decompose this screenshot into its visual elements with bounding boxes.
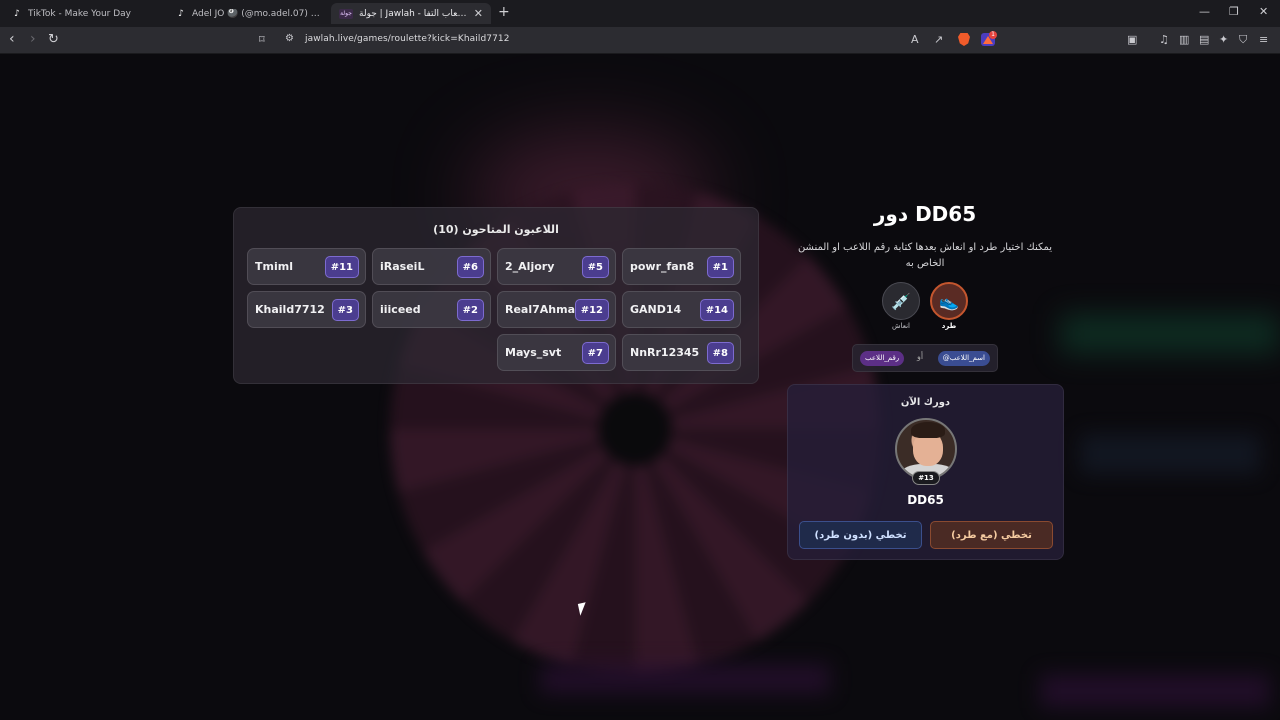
player-mention-chip: @اسم_اللاعب (937, 351, 990, 366)
player-card[interactable]: NnRr12345 #8 (622, 334, 741, 371)
player-name: 2_Aljory (505, 260, 555, 273)
minimize-icon[interactable]: — (1199, 5, 1210, 18)
background-glow (1080, 434, 1260, 474)
reload-icon[interactable]: ↻ (48, 32, 59, 47)
close-window-icon[interactable]: ✕ (1259, 5, 1268, 18)
tab-jawlah[interactable]: جولة جولة | Jawlah - منصة الألعاب التفا … (331, 3, 491, 24)
tab-title: Adel JO 🎱 (@mo.adel.07) | TikTok (192, 8, 320, 19)
player-number-badge: #12 (574, 299, 609, 321)
player-card[interactable]: Tmiml #11 (247, 248, 366, 285)
player-number-badge: #6 (456, 256, 484, 278)
player-card[interactable]: Khaild7712 #3 (247, 291, 366, 328)
wallet-icon[interactable]: ▤ (1199, 33, 1209, 46)
input-format-hint: @اسم_اللاعب أو رقم_اللاعب (852, 344, 998, 372)
background-glow (540, 664, 830, 694)
player-name: iiiceed (380, 303, 421, 316)
player-number-badge: #8 (706, 342, 734, 364)
revive-action-button[interactable]: 💉 (882, 282, 920, 320)
tab-title: TikTok - Make Your Day (28, 8, 132, 19)
background-glow (1060, 314, 1280, 354)
game-page: اللاعبون المتاحون (10) Tmiml #11 iRaseiL… (0, 54, 1280, 720)
current-turn-title: دورك الآن (900, 397, 951, 408)
bookmark-icon[interactable]: ⌑ (259, 33, 265, 46)
url-field[interactable]: jawlah.live/games/roulette?kick=Khaild77… (305, 34, 510, 44)
tiktok-icon: ♪ (14, 8, 20, 19)
revive-label: انعاش (892, 322, 910, 330)
sneaker-icon: 👟 (939, 291, 959, 311)
player-number-badge: #13 (912, 471, 940, 485)
kick-label: طرد (941, 322, 957, 330)
current-player-name: DD65 (907, 493, 944, 507)
turn-description: يمكنك اختيار طرد او انعاش بعدها كتابة رق… (797, 242, 1053, 269)
hint-or-text: أو (917, 352, 924, 361)
restore-icon[interactable]: ❐ (1229, 5, 1239, 18)
available-players-panel: اللاعبون المتاحون (10) Tmiml #11 iRaseiL… (233, 207, 759, 384)
background-glow (1040, 674, 1270, 708)
kick-action-button[interactable]: 👟 (930, 282, 968, 320)
player-number-badge: #1 (706, 256, 734, 278)
turn-title: دور DD65 (873, 202, 977, 226)
player-name: Real7Ahmad (505, 303, 583, 316)
player-card[interactable]: 2_Aljory #5 (497, 248, 616, 285)
player-number-badge: #14 (699, 299, 734, 321)
player-number-badge: #5 (581, 256, 609, 278)
player-name: Khaild7712 (255, 303, 325, 316)
player-number-badge: #2 (456, 299, 484, 321)
player-card[interactable]: GAND14 #14 (622, 291, 741, 328)
leo-ai-icon[interactable]: ✦ (1219, 33, 1228, 46)
translate-icon[interactable]: A (911, 33, 919, 46)
player-card[interactable]: powr_fan8 #1 (622, 248, 741, 285)
music-icon[interactable]: ♫ (1159, 33, 1169, 46)
player-card[interactable]: Real7Ahmad #12 (497, 291, 616, 328)
player-name: NnRr12345 (630, 346, 700, 359)
menu-icon[interactable]: ≡ (1259, 33, 1268, 46)
player-card[interactable]: iRaseiL #6 (372, 248, 491, 285)
player-number-badge: #11 (324, 256, 359, 278)
close-tab-icon[interactable]: ✕ (474, 7, 483, 20)
skip-with-kick-button[interactable]: تخطي (مع طرد) (930, 521, 1053, 549)
player-name: Tmiml (255, 260, 293, 273)
player-name: Mays_svt (505, 346, 562, 359)
player-number-chip: رقم_اللاعب (860, 351, 905, 366)
tab-tiktok[interactable]: ♪ TikTok - Make Your Day (4, 3, 164, 24)
screenshot-icon[interactable]: ▣ (1127, 33, 1137, 46)
tab-title: جولة | Jawlah - منصة الألعاب التفا (359, 8, 468, 19)
tab-tiktok-profile[interactable]: ♪ Adel JO 🎱 (@mo.adel.07) | TikTok (168, 3, 328, 24)
forward-icon[interactable]: › (30, 31, 36, 47)
address-bar: ‹ › ↻ ⌑ ⚙ jawlah.live/games/roulette?kic… (0, 27, 1280, 54)
new-tab-icon[interactable]: + (498, 4, 510, 20)
player-card[interactable]: iiiceed #2 (372, 291, 491, 328)
tiktok-icon: ♪ (178, 8, 184, 19)
player-name: GAND14 (630, 303, 682, 316)
syringe-icon: 💉 (891, 291, 911, 311)
site-info-icon[interactable]: ⚙ (285, 33, 294, 44)
share-icon[interactable]: ↗ (934, 33, 943, 46)
sidebar-icon[interactable]: ▥ (1179, 33, 1189, 46)
back-icon[interactable]: ‹ (9, 31, 15, 47)
players-title: اللاعبون المتاحون (10) (433, 223, 559, 236)
jawlah-icon: جولة (339, 8, 353, 19)
player-number-badge: #7 (581, 342, 609, 364)
current-turn-card: دورك الآن #13 DD65 تخطي (مع طرد) تخطي (ب… (787, 384, 1064, 560)
player-number-badge: #3 (331, 299, 359, 321)
skip-without-kick-button[interactable]: تخطي (بدون طرد) (799, 521, 922, 549)
player-card[interactable]: Mays_svt #7 (497, 334, 616, 371)
player-name: powr_fan8 (630, 260, 695, 273)
vpn-icon[interactable]: ⛉ (1239, 33, 1247, 47)
rewards-count-badge: 1 (989, 31, 997, 39)
browser-tab-bar: ♪ TikTok - Make Your Day ♪ Adel JO 🎱 (@m… (0, 0, 1280, 27)
player-name: iRaseiL (380, 260, 425, 273)
